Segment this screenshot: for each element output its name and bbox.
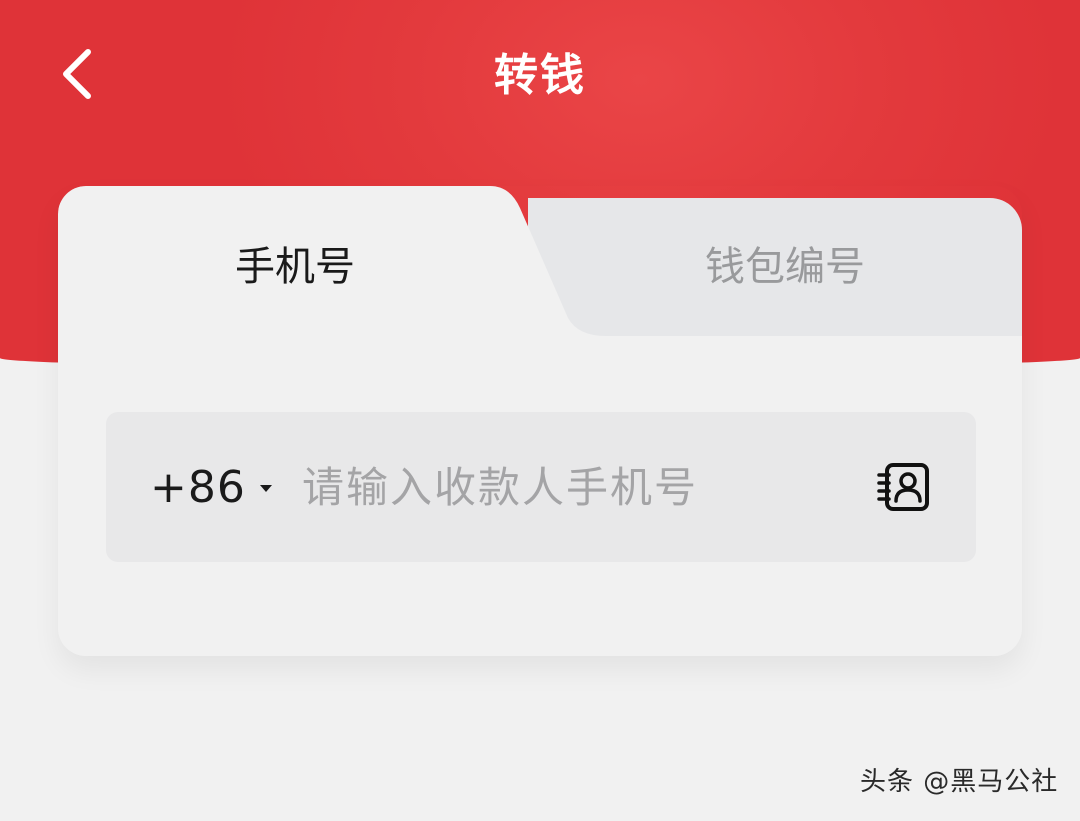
tab-phone-number[interactable]: 手机号 bbox=[58, 236, 532, 298]
phone-input-row: +86 bbox=[106, 412, 976, 562]
transfer-card: 手机号 钱包编号 +86 bbox=[58, 186, 1022, 656]
phone-number-input[interactable] bbox=[302, 452, 862, 522]
caret-down-icon bbox=[259, 484, 272, 492]
tab-wallet-id[interactable]: 钱包编号 bbox=[548, 236, 1022, 298]
page-title: 转钱 bbox=[494, 50, 586, 101]
country-code-selector[interactable]: +86 bbox=[150, 456, 272, 518]
watermark-text: 头条 @黑马公社 bbox=[860, 767, 1059, 797]
country-code-label: +86 bbox=[150, 461, 246, 513]
contact-book-icon bbox=[877, 463, 929, 511]
contacts-button[interactable] bbox=[874, 456, 936, 518]
